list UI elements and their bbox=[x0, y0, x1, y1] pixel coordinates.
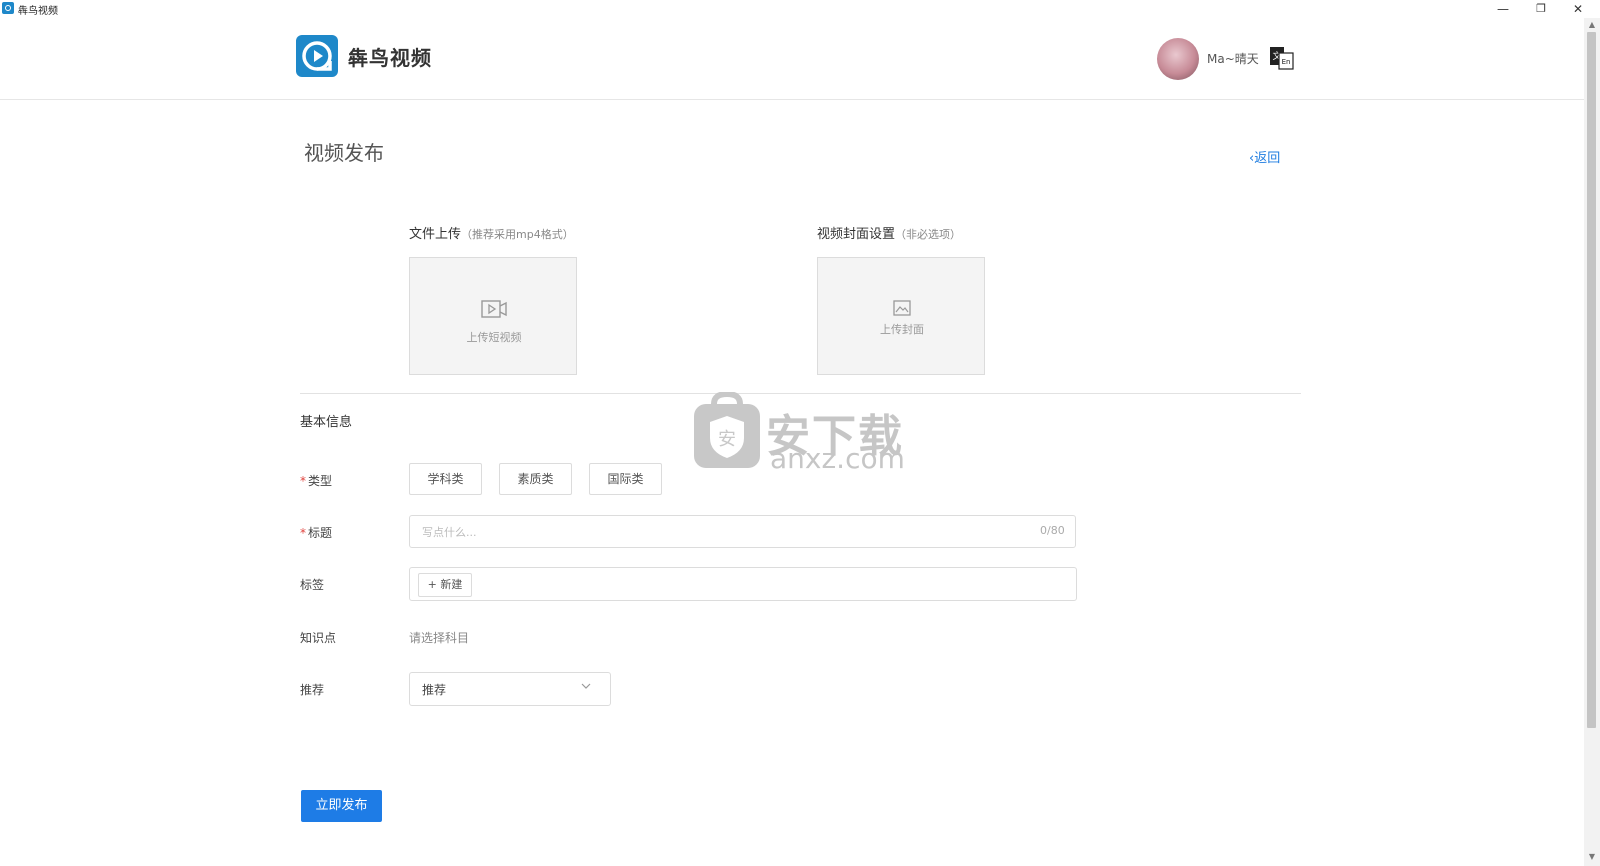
watermark-shield-glyph: 安 bbox=[718, 429, 736, 450]
restore-button[interactable]: ❐ bbox=[1530, 1, 1552, 17]
type-option-quality[interactable]: 素质类 bbox=[499, 463, 572, 495]
recommend-label: 推荐 bbox=[300, 683, 325, 697]
video-upload-label: 文件上传 bbox=[409, 227, 462, 242]
scroll-down-arrow-icon[interactable]: ▼ bbox=[1587, 852, 1597, 862]
back-link[interactable]: ‹返回 bbox=[1249, 147, 1280, 166]
title-input-placeholder: 写点什么... bbox=[422, 526, 477, 539]
required-mark: * bbox=[300, 474, 306, 488]
app-icon bbox=[2, 2, 14, 14]
back-label: 返回 bbox=[1254, 151, 1281, 166]
basic-info-heading: 基本信息 bbox=[300, 415, 353, 430]
close-button[interactable]: ✕ bbox=[1567, 1, 1589, 17]
lang-en-text: En bbox=[1282, 58, 1291, 66]
required-mark: * bbox=[300, 526, 306, 540]
type-label: * 类型 bbox=[300, 472, 332, 489]
app-name: 犇鸟视频 bbox=[348, 46, 432, 70]
video-upload-box[interactable]: 上传短视频 bbox=[409, 257, 577, 375]
title-label-text: 标题 bbox=[308, 526, 333, 540]
video-icon bbox=[481, 299, 507, 323]
logo-icon bbox=[296, 35, 338, 77]
title-input[interactable] bbox=[409, 515, 1076, 548]
knowledge-label: 知识点 bbox=[300, 631, 337, 645]
cover-upload-hint: （非必选项） bbox=[895, 228, 962, 241]
scroll-up-arrow-icon[interactable]: ▲ bbox=[1587, 20, 1597, 30]
cover-upload-label: 视频封面设置 bbox=[817, 227, 896, 242]
video-upload-hint: （推荐采用mp4格式） bbox=[461, 228, 574, 241]
minimize-button[interactable]: — bbox=[1492, 1, 1514, 17]
tags-label: 标签 bbox=[300, 578, 325, 592]
knowledge-select-subject[interactable]: 请选择科目 bbox=[409, 629, 469, 646]
publish-button[interactable]: 立即发布 bbox=[301, 790, 382, 822]
cover-upload-box[interactable]: 上传封面 bbox=[817, 257, 985, 375]
watermark-text-en: anxz.com bbox=[770, 442, 905, 475]
type-option-international[interactable]: 国际类 bbox=[589, 463, 662, 495]
title-label: * 标题 bbox=[300, 524, 332, 541]
window-title: 犇鸟视频 bbox=[18, 6, 58, 17]
tags-input[interactable] bbox=[409, 567, 1077, 601]
new-tag-button[interactable]: + 新建 bbox=[418, 573, 472, 597]
app-header bbox=[0, 18, 1584, 100]
type-option-subject[interactable]: 学科类 bbox=[409, 463, 482, 495]
scrollbar-thumb[interactable] bbox=[1587, 32, 1596, 728]
video-upload-heading: 文件上传（推荐采用mp4格式） bbox=[409, 223, 574, 242]
recommend-selected-value: 推荐 bbox=[422, 683, 447, 697]
watermark-shield-icon: 安 bbox=[692, 390, 762, 472]
cover-upload-heading: 视频封面设置（非必选项） bbox=[817, 223, 961, 242]
chevron-down-icon bbox=[580, 680, 592, 695]
type-label-text: 类型 bbox=[308, 474, 333, 488]
window-titlebar bbox=[0, 0, 1600, 18]
video-upload-text: 上传短视频 bbox=[466, 331, 522, 344]
language-switch-icon[interactable]: 文 En bbox=[1269, 46, 1295, 70]
title-char-counter: 0/80 bbox=[1040, 524, 1065, 537]
cover-upload-text: 上传封面 bbox=[880, 323, 924, 336]
page-title: 视频发布 bbox=[304, 141, 384, 165]
avatar[interactable] bbox=[1157, 38, 1199, 80]
image-icon bbox=[893, 300, 911, 320]
user-name[interactable]: Ma~晴天 bbox=[1207, 50, 1259, 67]
section-divider bbox=[300, 393, 1301, 394]
